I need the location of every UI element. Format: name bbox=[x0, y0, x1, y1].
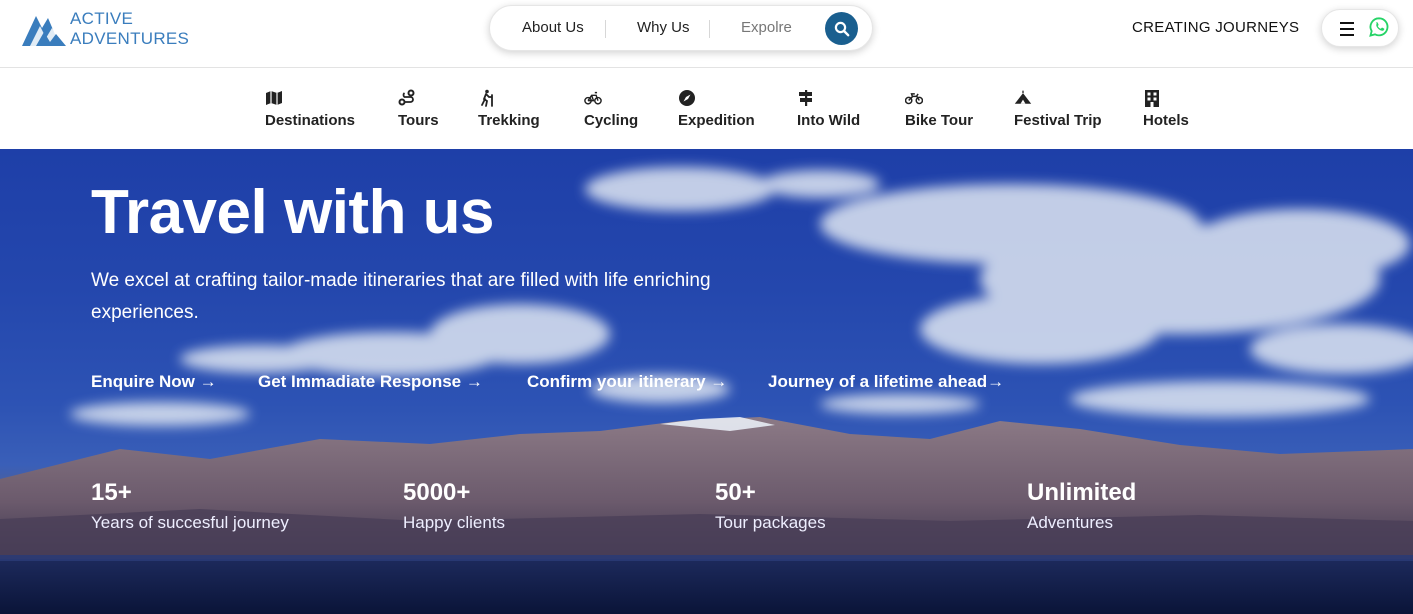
signpost-icon bbox=[799, 90, 812, 106]
category-festival-trip[interactable]: Festival Trip bbox=[1014, 89, 1102, 135]
hotel-icon bbox=[1145, 90, 1159, 107]
festival-tent-icon bbox=[1014, 90, 1032, 104]
category-label: Into Wild bbox=[797, 112, 861, 129]
top-header: ACTIVE ADVENTURES About Us Why Us Expolr… bbox=[0, 0, 1413, 68]
category-bike-tour[interactable]: Bike Tour bbox=[905, 89, 973, 135]
stat-clients: 5000+ Happy clients bbox=[403, 479, 505, 533]
stat-value: Unlimited bbox=[1027, 479, 1137, 506]
hamburger-menu-icon[interactable] bbox=[1340, 22, 1354, 36]
category-label: Tours bbox=[398, 112, 439, 129]
hero-title: Travel with us bbox=[91, 178, 495, 247]
confirm-itinerary-link[interactable]: Confirm your itinerary → bbox=[527, 372, 727, 392]
enquire-now-link[interactable]: Enquire Now → bbox=[91, 372, 217, 392]
category-label: Festival Trip bbox=[1014, 112, 1102, 129]
category-label: Hotels bbox=[1143, 112, 1189, 129]
nav-explore[interactable]: Expolre bbox=[741, 19, 792, 36]
brand-name: ACTIVE ADVENTURES bbox=[70, 9, 189, 49]
brand-logo[interactable]: ACTIVE ADVENTURES bbox=[20, 9, 195, 49]
category-destinations[interactable]: Destinations bbox=[265, 89, 355, 135]
category-nav: Destinations Tours Trekking Cycling Expe… bbox=[0, 69, 1413, 149]
nav-divider bbox=[709, 20, 710, 38]
category-expedition[interactable]: Expedition bbox=[678, 89, 755, 135]
bicycle-icon bbox=[584, 91, 602, 105]
stat-years: 15+ Years of succesful journey bbox=[91, 479, 289, 533]
primary-nav-pill: About Us Why Us Expolre bbox=[489, 5, 873, 51]
stat-label: Happy clients bbox=[403, 513, 506, 532]
mountain-logo-icon bbox=[22, 16, 66, 46]
stat-value: 50+ bbox=[715, 479, 756, 506]
stat-value: 5000+ bbox=[403, 479, 471, 506]
category-label: Destinations bbox=[265, 112, 356, 129]
stat-adventures: Unlimited Adventures bbox=[1027, 479, 1136, 533]
category-label: Bike Tour bbox=[905, 112, 974, 129]
hero-section: Travel with us We excel at crafting tail… bbox=[0, 149, 1413, 614]
nav-about-us[interactable]: About Us bbox=[522, 19, 584, 36]
journey-lifetime-link[interactable]: Journey of a lifetime ahead→ bbox=[768, 372, 1004, 392]
hero-description: We excel at crafting tailor-made itinera… bbox=[91, 270, 711, 323]
brand-line-1: ACTIVE bbox=[70, 9, 134, 28]
stat-value: 15+ bbox=[91, 479, 132, 506]
brand-line-2: ADVENTURES bbox=[70, 29, 190, 48]
creating-journeys-link[interactable]: CREATING JOURNEYS bbox=[1132, 19, 1299, 36]
stat-packages: 50+ Tour packages bbox=[715, 479, 826, 533]
category-trekking[interactable]: Trekking bbox=[478, 89, 540, 135]
category-into-wild[interactable]: Into Wild bbox=[797, 89, 860, 135]
stat-label: Adventures bbox=[1027, 513, 1113, 532]
stat-label: Years of succesful journey bbox=[91, 513, 289, 532]
category-label: Trekking bbox=[478, 112, 540, 129]
category-hotels[interactable]: Hotels bbox=[1143, 89, 1189, 135]
nav-why-us[interactable]: Why Us bbox=[637, 19, 690, 36]
compass-icon bbox=[679, 90, 695, 106]
search-icon bbox=[834, 21, 849, 36]
category-cycling[interactable]: Cycling bbox=[584, 89, 638, 135]
nav-divider bbox=[605, 20, 606, 38]
stat-label: Tour packages bbox=[715, 513, 826, 532]
menu-pill bbox=[1321, 9, 1399, 47]
motorbike-icon bbox=[905, 93, 923, 105]
category-tours[interactable]: Tours bbox=[398, 89, 439, 135]
whatsapp-icon[interactable] bbox=[1368, 16, 1390, 38]
category-label: Cycling bbox=[584, 112, 639, 129]
category-label: Expedition bbox=[678, 112, 755, 129]
get-immediate-response-link[interactable]: Get Immadiate Response → bbox=[258, 372, 483, 392]
route-icon bbox=[398, 89, 415, 106]
hiker-icon bbox=[481, 89, 493, 107]
map-icon bbox=[266, 91, 282, 105]
search-button[interactable] bbox=[825, 12, 858, 45]
